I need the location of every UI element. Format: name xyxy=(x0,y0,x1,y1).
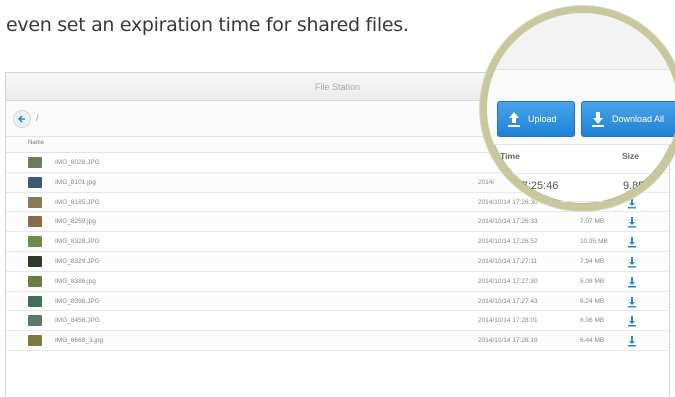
file-size: 5.08 MB xyxy=(580,277,605,285)
lens-size-header[interactable]: Size xyxy=(622,151,639,161)
file-modified-date: 2014/10/14 17:26:33 xyxy=(478,218,538,226)
file-name: IMG_8386.jpg xyxy=(55,277,96,285)
file-size: 6.24 MB xyxy=(580,297,605,305)
file-thumbnail xyxy=(28,295,42,307)
upload-button-label: Upload xyxy=(528,114,557,124)
lens-divider xyxy=(487,173,675,174)
download-file-icon[interactable] xyxy=(626,315,638,327)
file-name: IMG_8028.JPG xyxy=(55,159,100,166)
file-thumbnail xyxy=(28,216,42,228)
lens-date-header[interactable]: te - Time xyxy=(487,151,520,161)
magnified-lens: Upload Download All te - Time Size 10/14… xyxy=(480,6,675,211)
download-all-button[interactable]: Download All xyxy=(581,101,675,137)
file-row[interactable]: IMG_8456.JPG 2014/10/14 17:28:01 8.06 MB xyxy=(6,311,669,332)
back-button[interactable] xyxy=(13,110,31,128)
file-row[interactable]: IMG_8386.jpg 2014/10/14 17:27:30 5.08 MB xyxy=(6,271,669,292)
file-row[interactable]: IMG_8329.JPG 2014/10/14 17:27:11 7.94 MB xyxy=(6,251,669,272)
file-thumbnail xyxy=(28,315,42,327)
file-size: 8.06 MB xyxy=(580,317,605,325)
file-modified-date: 2014/10/14 17:26:52 xyxy=(478,238,538,246)
download-icon xyxy=(592,112,604,127)
file-row[interactable]: IMG_8259.jpg 2014/10/14 17:26:33 7.07 MB xyxy=(6,212,669,233)
file-thumbnail xyxy=(28,255,42,267)
download-all-button-label: Download All xyxy=(612,114,665,124)
file-modified-date: 2014/10/14 17:27:30 xyxy=(478,277,538,285)
file-row[interactable]: IMG_8398.JPG 2014/10/14 17:27:43 6.24 MB xyxy=(6,291,669,312)
file-modified-date: 2014/10/14 17:27:11 xyxy=(478,257,538,265)
file-name: IMG_8456.JPG xyxy=(55,317,100,325)
file-name: IMG_8259.jpg xyxy=(55,218,96,226)
file-modified-date: 2014/10/14 17:28:19 xyxy=(478,337,538,345)
file-size: 7.07 MB xyxy=(580,218,605,226)
lens-titlebar-area xyxy=(487,13,675,70)
file-name: IMG_8398.JPG xyxy=(55,297,100,305)
upload-icon xyxy=(508,112,520,127)
file-name: IMG_8668_3.jpg xyxy=(55,337,104,345)
lens-divider xyxy=(487,201,675,202)
back-arrow-icon xyxy=(17,115,25,123)
file-thumbnail xyxy=(28,275,42,287)
file-name: IMG_8101.jpg xyxy=(55,178,96,186)
file-thumbnail xyxy=(28,176,42,188)
file-modified-date: 2014/10/14 17:27:43 xyxy=(478,297,538,305)
file-row[interactable]: IMG_8668_3.jpg 2014/10/14 17:28:19 6.44 MB xyxy=(6,331,669,351)
file-size: 7.94 MB xyxy=(580,257,605,265)
download-file-icon[interactable] xyxy=(626,256,638,268)
lens-first-size: 9.85 MB xyxy=(623,180,664,192)
file-size: 10.95 MB xyxy=(580,238,608,246)
lens-first-date: 10/14 17:25:46 xyxy=(485,180,559,192)
file-thumbnail xyxy=(28,196,42,208)
column-header-name[interactable]: Name xyxy=(28,140,44,146)
file-thumbnail xyxy=(28,236,42,248)
download-file-icon[interactable] xyxy=(626,276,638,288)
upload-button[interactable]: Upload xyxy=(497,101,575,137)
download-file-icon[interactable] xyxy=(626,236,638,248)
file-name: IMG_8329.JPG xyxy=(55,257,100,265)
file-name: IMG_8185.JPG xyxy=(55,198,100,206)
file-row[interactable]: IMG_8328.JPG 2014/10/14 17:26:52 10.95 MB xyxy=(6,232,669,252)
file-modified-date: 2014/10/14 17:28:01 xyxy=(478,317,538,325)
file-thumbnail xyxy=(28,157,42,168)
download-file-icon[interactable] xyxy=(626,335,638,347)
file-name: IMG_8328.JPG xyxy=(55,238,100,246)
file-thumbnail xyxy=(28,335,42,347)
caption-text: even set an expiration time for shared f… xyxy=(6,14,409,36)
download-file-icon[interactable] xyxy=(626,296,638,308)
download-file-icon[interactable] xyxy=(626,216,638,228)
file-size: 6.44 MB xyxy=(580,337,605,345)
breadcrumb-path: / xyxy=(36,113,39,123)
